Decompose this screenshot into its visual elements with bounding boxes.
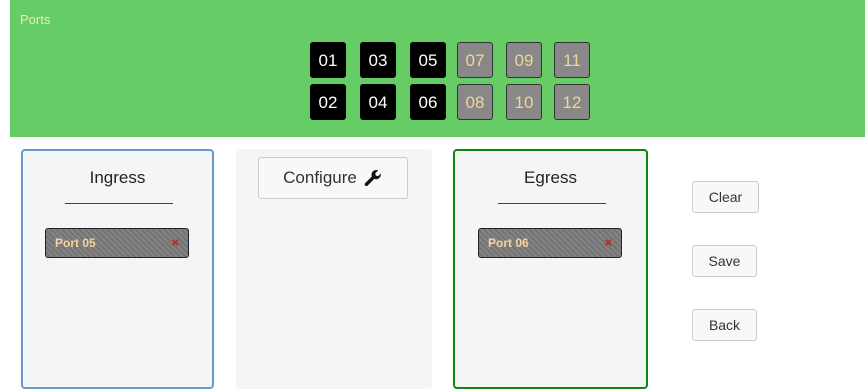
port-09-button[interactable]: 09 (506, 42, 542, 78)
wrench-icon (364, 169, 381, 187)
port-05-button[interactable]: 05 (410, 42, 446, 78)
egress-panel[interactable]: Egress Port 06 × (453, 149, 648, 389)
ingress-title: Ingress (89, 168, 146, 187)
ports-title: Ports (20, 12, 51, 27)
port-01-button[interactable]: 01 (310, 42, 346, 78)
close-icon[interactable]: × (604, 235, 612, 250)
port-04-button[interactable]: 04 (360, 84, 396, 120)
configure-label: Configure (283, 168, 357, 187)
port-12-button[interactable]: 12 (554, 84, 590, 120)
egress-chip-label: Port 06 (488, 236, 529, 250)
port-02-button[interactable]: 02 (310, 84, 346, 120)
ports-bar: Ports 01 03 05 07 09 11 02 04 06 08 10 1… (10, 0, 865, 137)
port-11-button[interactable]: 11 (554, 42, 590, 78)
egress-divider (498, 203, 606, 204)
egress-port-chip[interactable]: Port 06 × (478, 228, 622, 258)
ingress-panel[interactable]: Ingress Port 05 × (21, 149, 214, 389)
clear-button[interactable]: Clear (692, 181, 759, 213)
close-icon[interactable]: × (171, 235, 179, 250)
save-button[interactable]: Save (692, 245, 757, 277)
configure-panel: Configure (236, 149, 432, 389)
port-07-button[interactable]: 07 (457, 42, 493, 78)
port-grid: 01 03 05 07 09 11 02 04 06 08 10 12 (310, 42, 600, 122)
ingress-chip-label: Port 05 (55, 236, 96, 250)
ingress-port-chip[interactable]: Port 05 × (45, 228, 189, 258)
egress-title: Egress (524, 168, 577, 187)
back-button[interactable]: Back (692, 309, 757, 341)
port-03-button[interactable]: 03 (360, 42, 396, 78)
port-06-button[interactable]: 06 (410, 84, 446, 120)
port-08-button[interactable]: 08 (457, 84, 493, 120)
ingress-divider (65, 203, 173, 204)
port-10-button[interactable]: 10 (506, 84, 542, 120)
configure-button[interactable]: Configure (258, 157, 408, 199)
